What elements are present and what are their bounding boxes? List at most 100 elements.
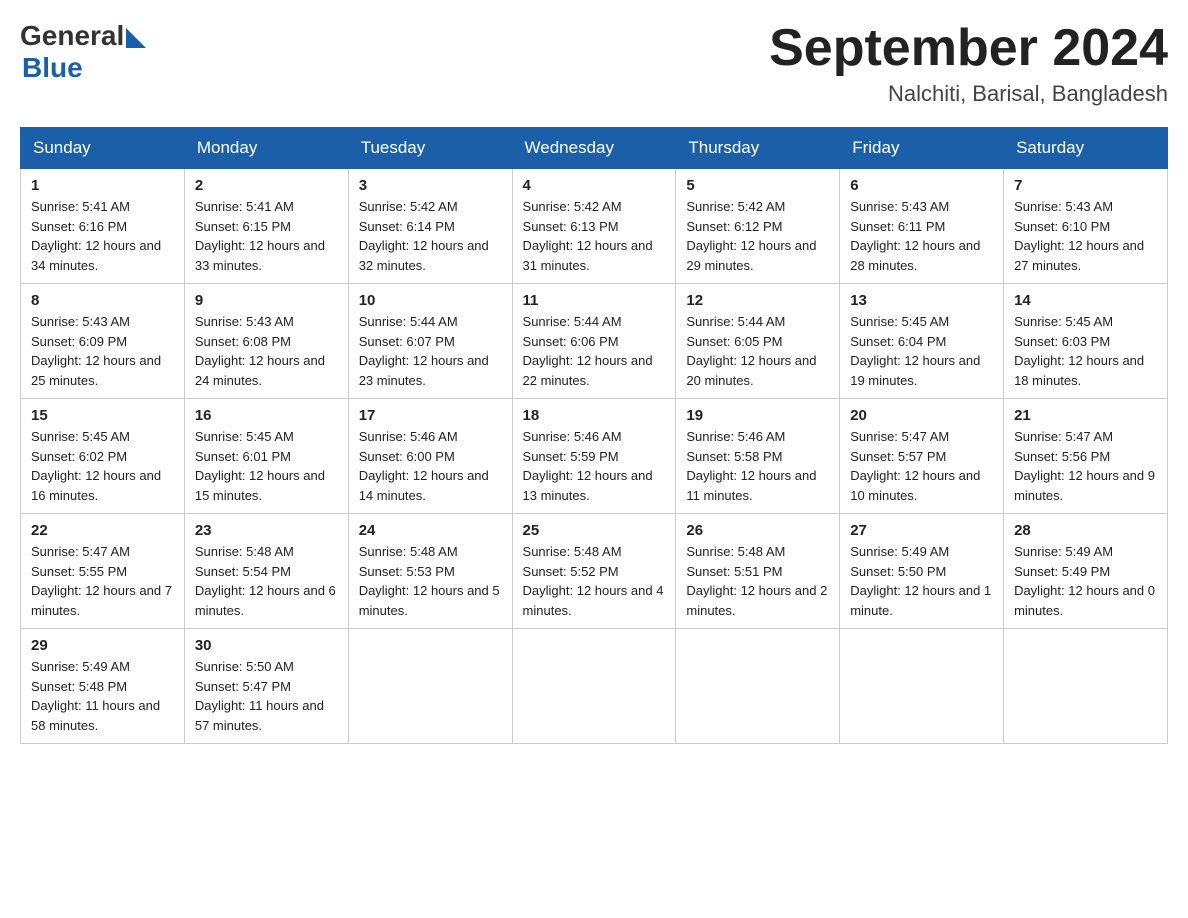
day-number: 27 bbox=[850, 522, 993, 539]
day-info: Sunrise: 5:47 AMSunset: 5:55 PMDaylight:… bbox=[31, 542, 174, 620]
calendar-cell: 1 Sunrise: 5:41 AMSunset: 6:16 PMDayligh… bbox=[21, 169, 185, 284]
logo-blue-text: Blue bbox=[22, 52, 83, 84]
calendar-cell bbox=[348, 629, 512, 744]
weekday-header-tuesday: Tuesday bbox=[348, 128, 512, 169]
calendar-cell: 20 Sunrise: 5:47 AMSunset: 5:57 PMDaylig… bbox=[840, 399, 1004, 514]
day-info: Sunrise: 5:46 AMSunset: 5:59 PMDaylight:… bbox=[523, 427, 666, 505]
weekday-header-wednesday: Wednesday bbox=[512, 128, 676, 169]
day-number: 14 bbox=[1014, 292, 1157, 309]
day-info: Sunrise: 5:44 AMSunset: 6:07 PMDaylight:… bbox=[359, 312, 502, 390]
calendar-week-5: 29 Sunrise: 5:49 AMSunset: 5:48 PMDaylig… bbox=[21, 629, 1168, 744]
calendar-cell: 26 Sunrise: 5:48 AMSunset: 5:51 PMDaylig… bbox=[676, 514, 840, 629]
day-number: 20 bbox=[850, 407, 993, 424]
day-number: 11 bbox=[523, 292, 666, 309]
day-number: 30 bbox=[195, 637, 338, 654]
calendar-cell: 3 Sunrise: 5:42 AMSunset: 6:14 PMDayligh… bbox=[348, 169, 512, 284]
calendar-cell: 8 Sunrise: 5:43 AMSunset: 6:09 PMDayligh… bbox=[21, 284, 185, 399]
calendar-header-row: SundayMondayTuesdayWednesdayThursdayFrid… bbox=[21, 128, 1168, 169]
day-number: 15 bbox=[31, 407, 174, 424]
calendar-cell: 10 Sunrise: 5:44 AMSunset: 6:07 PMDaylig… bbox=[348, 284, 512, 399]
logo: General Blue bbox=[20, 20, 146, 84]
day-number: 21 bbox=[1014, 407, 1157, 424]
calendar-cell: 5 Sunrise: 5:42 AMSunset: 6:12 PMDayligh… bbox=[676, 169, 840, 284]
calendar-week-1: 1 Sunrise: 5:41 AMSunset: 6:16 PMDayligh… bbox=[21, 169, 1168, 284]
day-number: 4 bbox=[523, 177, 666, 194]
page-header: General Blue September 2024 Nalchiti, Ba… bbox=[20, 20, 1168, 107]
day-number: 29 bbox=[31, 637, 174, 654]
calendar-week-3: 15 Sunrise: 5:45 AMSunset: 6:02 PMDaylig… bbox=[21, 399, 1168, 514]
day-info: Sunrise: 5:48 AMSunset: 5:53 PMDaylight:… bbox=[359, 542, 502, 620]
day-info: Sunrise: 5:44 AMSunset: 6:06 PMDaylight:… bbox=[523, 312, 666, 390]
weekday-header-thursday: Thursday bbox=[676, 128, 840, 169]
day-number: 24 bbox=[359, 522, 502, 539]
weekday-header-monday: Monday bbox=[184, 128, 348, 169]
calendar-cell: 9 Sunrise: 5:43 AMSunset: 6:08 PMDayligh… bbox=[184, 284, 348, 399]
day-info: Sunrise: 5:45 AMSunset: 6:04 PMDaylight:… bbox=[850, 312, 993, 390]
day-info: Sunrise: 5:45 AMSunset: 6:01 PMDaylight:… bbox=[195, 427, 338, 505]
day-number: 1 bbox=[31, 177, 174, 194]
day-info: Sunrise: 5:43 AMSunset: 6:10 PMDaylight:… bbox=[1014, 197, 1157, 275]
calendar-cell: 25 Sunrise: 5:48 AMSunset: 5:52 PMDaylig… bbox=[512, 514, 676, 629]
day-info: Sunrise: 5:41 AMSunset: 6:16 PMDaylight:… bbox=[31, 197, 174, 275]
day-info: Sunrise: 5:49 AMSunset: 5:50 PMDaylight:… bbox=[850, 542, 993, 620]
month-title: September 2024 bbox=[769, 20, 1168, 77]
location-title: Nalchiti, Barisal, Bangladesh bbox=[769, 81, 1168, 107]
calendar-cell: 15 Sunrise: 5:45 AMSunset: 6:02 PMDaylig… bbox=[21, 399, 185, 514]
day-number: 25 bbox=[523, 522, 666, 539]
calendar-cell: 12 Sunrise: 5:44 AMSunset: 6:05 PMDaylig… bbox=[676, 284, 840, 399]
day-info: Sunrise: 5:48 AMSunset: 5:51 PMDaylight:… bbox=[686, 542, 829, 620]
calendar-cell: 17 Sunrise: 5:46 AMSunset: 6:00 PMDaylig… bbox=[348, 399, 512, 514]
day-info: Sunrise: 5:49 AMSunset: 5:49 PMDaylight:… bbox=[1014, 542, 1157, 620]
day-info: Sunrise: 5:48 AMSunset: 5:52 PMDaylight:… bbox=[523, 542, 666, 620]
day-info: Sunrise: 5:45 AMSunset: 6:03 PMDaylight:… bbox=[1014, 312, 1157, 390]
day-number: 9 bbox=[195, 292, 338, 309]
calendar-cell: 27 Sunrise: 5:49 AMSunset: 5:50 PMDaylig… bbox=[840, 514, 1004, 629]
weekday-header-friday: Friday bbox=[840, 128, 1004, 169]
day-info: Sunrise: 5:43 AMSunset: 6:11 PMDaylight:… bbox=[850, 197, 993, 275]
calendar-cell: 13 Sunrise: 5:45 AMSunset: 6:04 PMDaylig… bbox=[840, 284, 1004, 399]
calendar-cell bbox=[676, 629, 840, 744]
calendar-cell: 23 Sunrise: 5:48 AMSunset: 5:54 PMDaylig… bbox=[184, 514, 348, 629]
calendar-cell: 18 Sunrise: 5:46 AMSunset: 5:59 PMDaylig… bbox=[512, 399, 676, 514]
calendar-cell: 19 Sunrise: 5:46 AMSunset: 5:58 PMDaylig… bbox=[676, 399, 840, 514]
calendar-table: SundayMondayTuesdayWednesdayThursdayFrid… bbox=[20, 127, 1168, 744]
day-number: 16 bbox=[195, 407, 338, 424]
day-info: Sunrise: 5:49 AMSunset: 5:48 PMDaylight:… bbox=[31, 657, 174, 735]
day-info: Sunrise: 5:45 AMSunset: 6:02 PMDaylight:… bbox=[31, 427, 174, 505]
day-info: Sunrise: 5:42 AMSunset: 6:12 PMDaylight:… bbox=[686, 197, 829, 275]
day-info: Sunrise: 5:43 AMSunset: 6:09 PMDaylight:… bbox=[31, 312, 174, 390]
day-info: Sunrise: 5:47 AMSunset: 5:56 PMDaylight:… bbox=[1014, 427, 1157, 505]
calendar-cell: 2 Sunrise: 5:41 AMSunset: 6:15 PMDayligh… bbox=[184, 169, 348, 284]
title-area: September 2024 Nalchiti, Barisal, Bangla… bbox=[769, 20, 1168, 107]
day-number: 2 bbox=[195, 177, 338, 194]
calendar-cell: 4 Sunrise: 5:42 AMSunset: 6:13 PMDayligh… bbox=[512, 169, 676, 284]
calendar-cell: 28 Sunrise: 5:49 AMSunset: 5:49 PMDaylig… bbox=[1004, 514, 1168, 629]
calendar-cell: 21 Sunrise: 5:47 AMSunset: 5:56 PMDaylig… bbox=[1004, 399, 1168, 514]
calendar-cell: 6 Sunrise: 5:43 AMSunset: 6:11 PMDayligh… bbox=[840, 169, 1004, 284]
day-number: 28 bbox=[1014, 522, 1157, 539]
weekday-header-saturday: Saturday bbox=[1004, 128, 1168, 169]
day-info: Sunrise: 5:43 AMSunset: 6:08 PMDaylight:… bbox=[195, 312, 338, 390]
day-number: 26 bbox=[686, 522, 829, 539]
day-number: 18 bbox=[523, 407, 666, 424]
weekday-header-sunday: Sunday bbox=[21, 128, 185, 169]
day-number: 8 bbox=[31, 292, 174, 309]
calendar-cell: 14 Sunrise: 5:45 AMSunset: 6:03 PMDaylig… bbox=[1004, 284, 1168, 399]
logo-triangle-icon bbox=[126, 28, 146, 48]
calendar-cell bbox=[1004, 629, 1168, 744]
day-info: Sunrise: 5:42 AMSunset: 6:14 PMDaylight:… bbox=[359, 197, 502, 275]
day-number: 13 bbox=[850, 292, 993, 309]
calendar-cell: 22 Sunrise: 5:47 AMSunset: 5:55 PMDaylig… bbox=[21, 514, 185, 629]
day-number: 6 bbox=[850, 177, 993, 194]
calendar-cell bbox=[512, 629, 676, 744]
day-info: Sunrise: 5:46 AMSunset: 6:00 PMDaylight:… bbox=[359, 427, 502, 505]
day-number: 7 bbox=[1014, 177, 1157, 194]
day-info: Sunrise: 5:46 AMSunset: 5:58 PMDaylight:… bbox=[686, 427, 829, 505]
calendar-cell: 7 Sunrise: 5:43 AMSunset: 6:10 PMDayligh… bbox=[1004, 169, 1168, 284]
day-info: Sunrise: 5:44 AMSunset: 6:05 PMDaylight:… bbox=[686, 312, 829, 390]
day-number: 5 bbox=[686, 177, 829, 194]
calendar-week-4: 22 Sunrise: 5:47 AMSunset: 5:55 PMDaylig… bbox=[21, 514, 1168, 629]
calendar-cell: 11 Sunrise: 5:44 AMSunset: 6:06 PMDaylig… bbox=[512, 284, 676, 399]
day-info: Sunrise: 5:47 AMSunset: 5:57 PMDaylight:… bbox=[850, 427, 993, 505]
day-number: 23 bbox=[195, 522, 338, 539]
